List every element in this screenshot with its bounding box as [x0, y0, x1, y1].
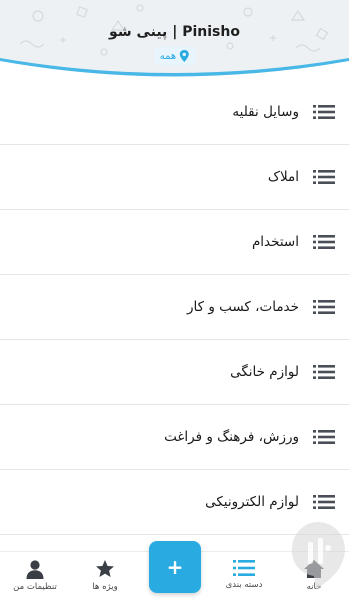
app-title: پینی شو | Pinisho — [109, 24, 240, 40]
category-label: استخدام — [251, 234, 299, 250]
location-label: همه — [159, 50, 177, 62]
category-row-real-estate[interactable]: املاک — [0, 145, 349, 210]
menu-lines-icon — [313, 430, 335, 444]
nav-label: تنظیمات من — [13, 582, 57, 592]
star-icon — [96, 560, 114, 577]
add-ad-button[interactable]: + — [149, 541, 201, 593]
category-list: وسایل نقلیه املاک استخدام خدمات، کسب و ک… — [0, 80, 349, 535]
menu-lines-icon — [313, 365, 335, 379]
category-row-home-appliances[interactable]: لوازم خانگی — [0, 340, 349, 405]
category-row-jobs[interactable]: استخدام — [0, 210, 349, 275]
nav-label: ویژه ها — [92, 582, 118, 592]
menu-lines-icon — [313, 235, 335, 249]
nav-categories[interactable]: دسته بندی — [209, 552, 279, 600]
category-label: وسایل نقلیه — [232, 104, 299, 120]
category-label: ورزش، فرهنگ و فراغت — [164, 429, 299, 445]
list-icon — [233, 560, 255, 576]
category-row-services[interactable]: خدمات، کسب و کار — [0, 275, 349, 340]
menu-lines-icon — [313, 495, 335, 509]
nav-label: دسته بندی — [225, 580, 263, 590]
user-icon — [26, 560, 44, 579]
menu-lines-icon — [313, 170, 335, 184]
app-header: پینی شو | Pinisho همه — [0, 0, 349, 80]
category-label: خدمات، کسب و کار — [186, 299, 299, 315]
category-row-vehicles[interactable]: وسایل نقلیه — [0, 80, 349, 145]
header-background — [0, 0, 349, 77]
category-label: لوازم خانگی — [230, 364, 299, 380]
category-row-sports-culture[interactable]: ورزش، فرهنگ و فراغت — [0, 405, 349, 470]
category-label: املاک — [267, 169, 299, 185]
watermark-logo — [291, 522, 345, 590]
category-label: لوازم الکترونیکی — [205, 494, 299, 510]
nav-my-settings[interactable]: تنظیمات من — [0, 552, 70, 600]
location-pin-icon — [179, 50, 189, 62]
plus-icon: + — [166, 555, 184, 579]
nav-featured[interactable]: ویژه ها — [70, 552, 140, 600]
menu-lines-icon — [313, 105, 335, 119]
menu-lines-icon — [313, 300, 335, 314]
location-selector[interactable]: همه — [153, 47, 196, 65]
